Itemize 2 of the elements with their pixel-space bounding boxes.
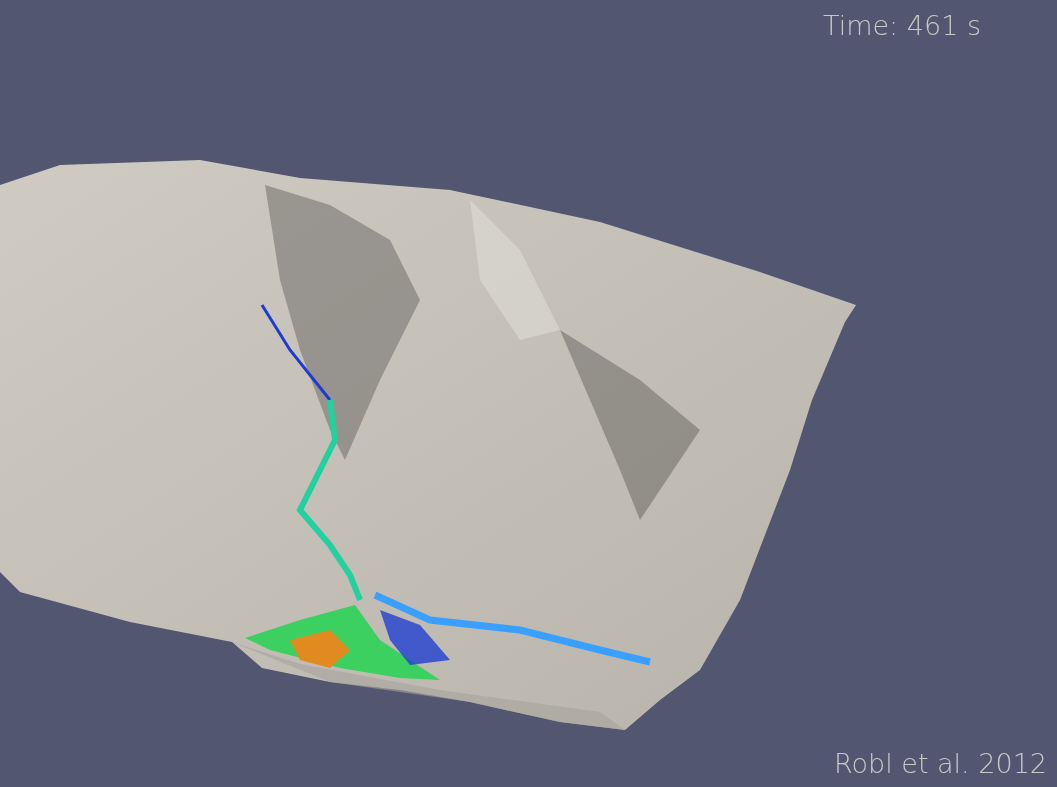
credit-label: Robl et al. 2012 (834, 748, 1047, 779)
time-label: Time: 461 s (823, 10, 981, 41)
